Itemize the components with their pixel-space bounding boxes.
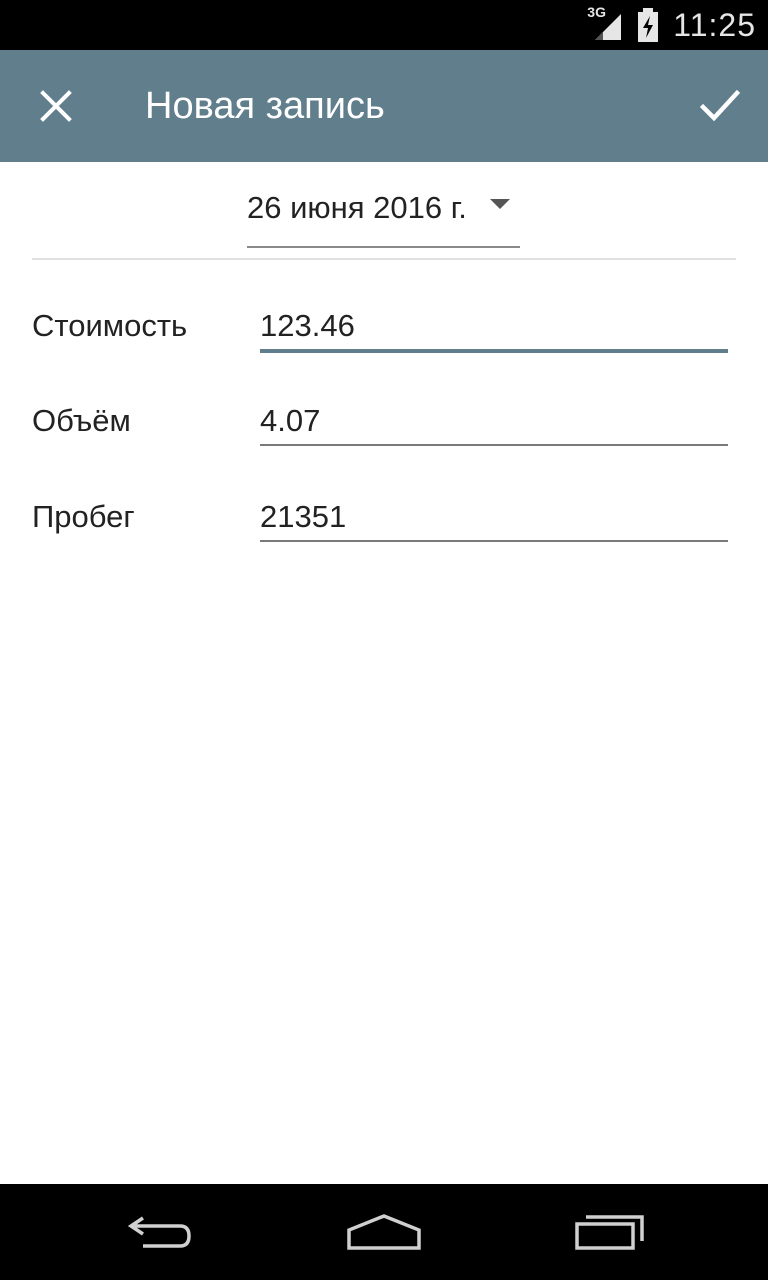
divider	[32, 258, 736, 260]
status-bar: 3G 11:25	[0, 0, 768, 50]
page-title: Новая запись	[145, 85, 385, 127]
dropdown-arrow-icon	[490, 199, 510, 209]
back-button[interactable]	[105, 1198, 215, 1266]
mileage-row: Пробег	[0, 487, 768, 547]
status-icons: 3G 11:25	[587, 0, 756, 50]
cost-underline	[260, 349, 728, 353]
mileage-underline	[260, 540, 728, 542]
mileage-label: Пробег	[32, 499, 135, 534]
mileage-input[interactable]	[260, 487, 728, 547]
signal-icon: 3G	[587, 4, 623, 42]
cost-label: Стоимость	[32, 308, 188, 343]
close-icon	[40, 90, 72, 122]
date-value: 26 июня 2016 г.	[247, 190, 467, 225]
volume-label: Объём	[32, 403, 131, 438]
home-icon	[347, 1214, 421, 1250]
cost-row: Стоимость	[0, 296, 768, 356]
cost-input[interactable]	[260, 296, 728, 356]
volume-underline	[260, 444, 728, 446]
app-bar: Новая запись	[0, 50, 768, 162]
close-button[interactable]	[20, 70, 92, 142]
screen: 3G 11:25 Новая запись 26 июня 2016 г. Ст…	[0, 0, 768, 1280]
volume-input[interactable]	[260, 391, 728, 451]
navigation-bar	[0, 1184, 768, 1280]
volume-row: Объём	[0, 391, 768, 451]
status-time: 11:25	[673, 6, 756, 43]
check-icon	[700, 89, 740, 122]
back-icon	[127, 1216, 191, 1248]
home-button[interactable]	[329, 1198, 439, 1266]
recents-button[interactable]	[555, 1198, 665, 1266]
recents-icon	[575, 1215, 644, 1250]
network-type-label: 3G	[587, 4, 606, 20]
date-dropdown[interactable]: 26 июня 2016 г.	[247, 180, 520, 248]
battery-icon	[637, 8, 659, 42]
save-button[interactable]	[684, 70, 756, 142]
